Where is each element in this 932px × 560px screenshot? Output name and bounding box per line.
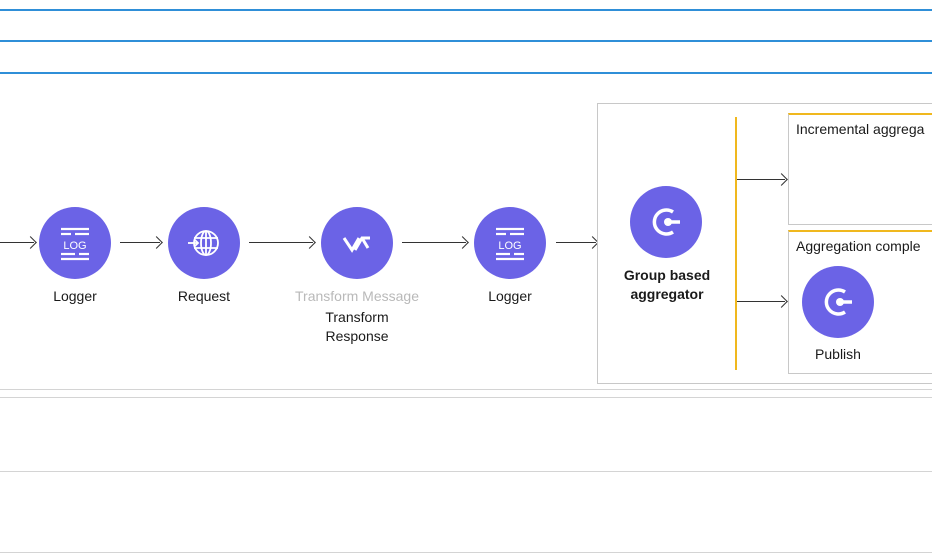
globe-icon [188,230,219,256]
node-label: Logger [53,288,97,304]
route-title: Aggregation comple [796,238,921,254]
route-incremental[interactable]: Incremental aggrega [788,113,932,225]
log-icon: LOG [61,227,89,261]
route-arrow [737,295,788,308]
node-label: Transform [325,309,389,325]
aggregator-label: aggregator [630,286,704,302]
route-divider [735,117,737,370]
svg-text:LOG: LOG [498,240,521,252]
svg-text:LOG: LOG [63,240,86,252]
transform-node[interactable] [321,207,393,279]
log-icon: LOG [496,227,524,261]
logger-node-2[interactable]: LOG [474,207,546,279]
aggregator-node[interactable] [630,186,702,258]
node-label: Request [177,288,231,304]
lane-divider [0,471,932,472]
node-label: Response [325,328,389,344]
route-title: Incremental aggrega [796,121,925,137]
aggregator-icon [652,208,680,236]
route-arrow [737,173,788,186]
publish-node[interactable] [802,266,874,338]
lane-divider-blue [0,72,932,74]
lane-divider [0,552,932,553]
node-label-dimmed: Transform Message [295,288,419,304]
flow-arrow [0,236,37,249]
lane-divider-blue [0,40,932,42]
lane-divider [0,389,932,390]
lane-divider-blue [0,9,932,11]
flow-arrow [402,236,469,249]
lane-divider [0,397,932,398]
transform-icon [342,236,370,253]
aggregator-label: Group based [623,267,711,283]
aggregator-icon [824,288,852,316]
node-label: Logger [488,288,532,304]
flow-arrow [120,236,163,249]
logger-node-1[interactable]: LOG [39,207,111,279]
node-label: Publish [815,346,861,362]
flow-arrow [556,236,599,249]
request-node[interactable] [168,207,240,279]
flow-arrow [249,236,316,249]
